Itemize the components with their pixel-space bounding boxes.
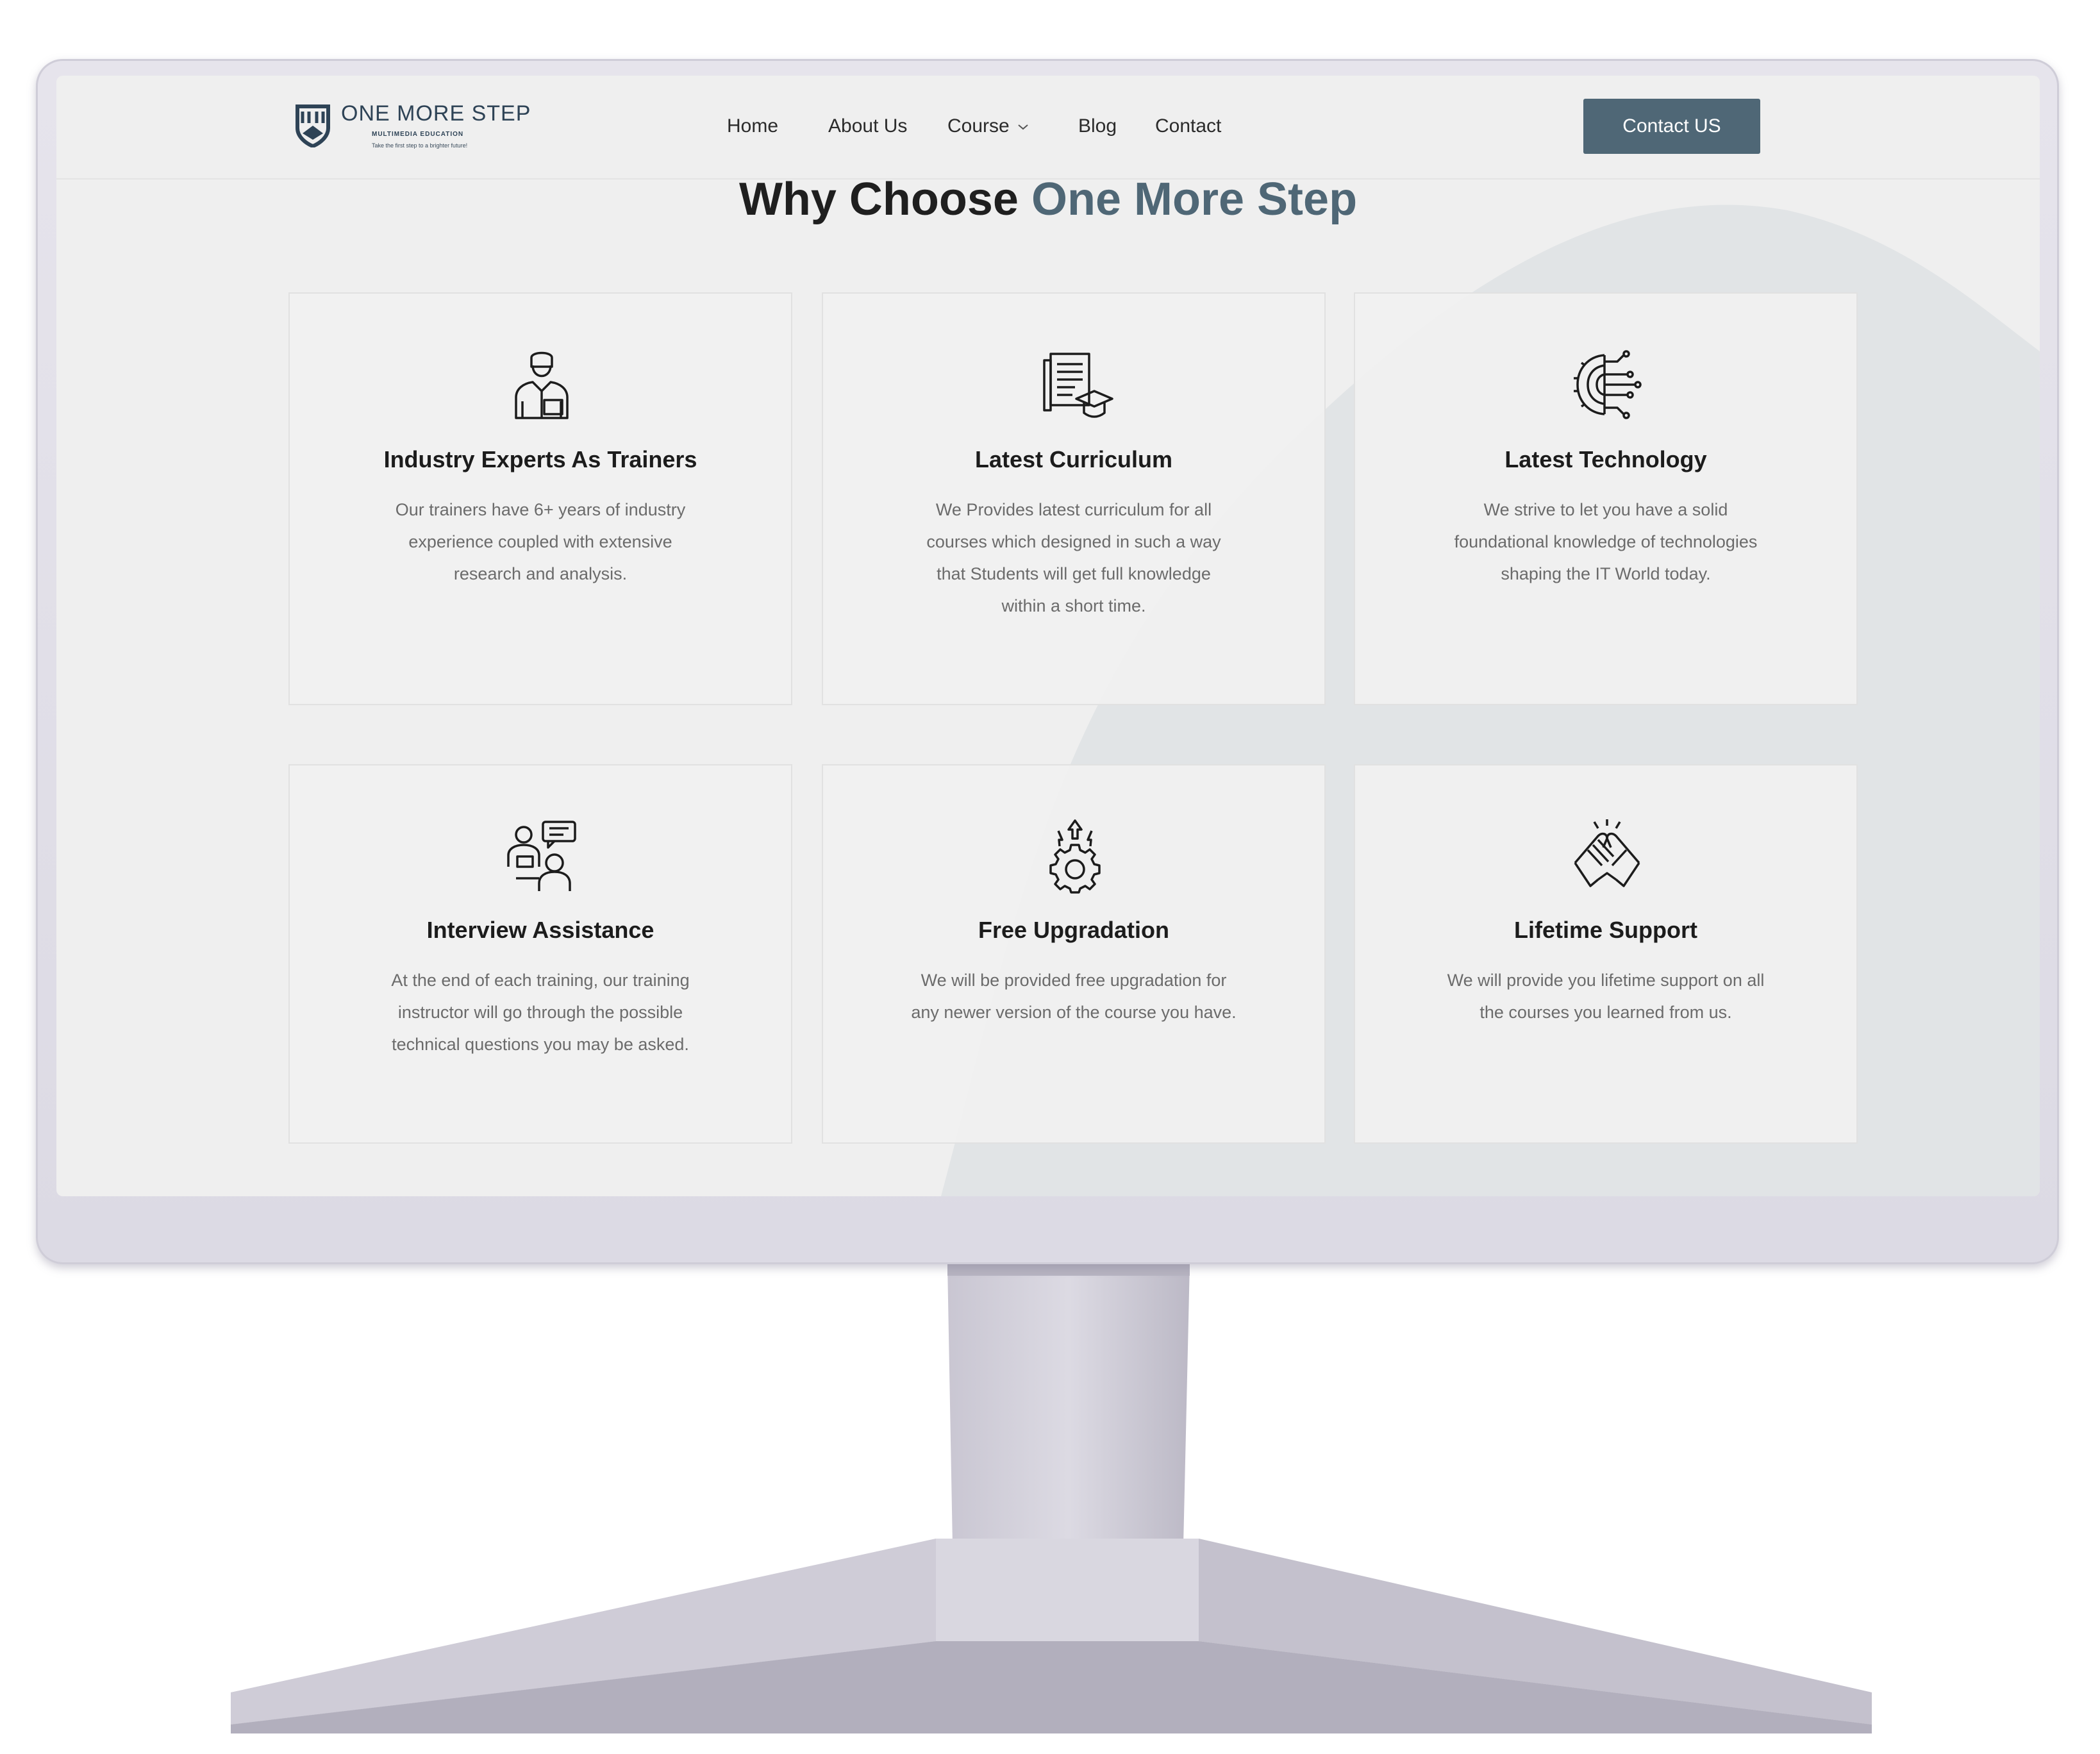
logo-shield-icon bbox=[296, 104, 330, 147]
feature-card-curriculum: Latest Curriculum We Provides latest cur… bbox=[822, 292, 1326, 705]
feature-text-line: courses which designed in such a way bbox=[926, 532, 1221, 551]
feature-title: Interview Assistance bbox=[426, 917, 654, 943]
feature-text-line: that Students will get full knowledge bbox=[937, 564, 1211, 583]
feature-description: We will provide you lifetime support on … bbox=[1419, 964, 1792, 1028]
browser-viewport: ONE MORE STEP MULTIMEDIA EDUCATION Take … bbox=[56, 76, 2040, 1196]
section-title-plain: Why Choose bbox=[738, 174, 1019, 225]
feature-text-line: instructor will go through the possible bbox=[397, 1003, 683, 1022]
interview-icon bbox=[507, 821, 576, 891]
logo-title: ONE MORE STEP bbox=[341, 101, 531, 126]
feature-card-upgradation: Free Upgradation We will be provided fre… bbox=[822, 764, 1326, 1144]
section-title-accent: One More Step bbox=[1031, 174, 1358, 225]
feature-description: At the end of each training, our trainin… bbox=[354, 964, 727, 1060]
contact-us-button[interactable]: Contact US bbox=[1583, 99, 1760, 154]
feature-description: We will be provided free upgradation for… bbox=[887, 964, 1260, 1028]
section-title: Why Choose One More Step bbox=[56, 173, 2040, 226]
feature-text-line: At the end of each training, our trainin… bbox=[391, 971, 690, 990]
feature-card-support: Lifetime Support We will provide you lif… bbox=[1354, 764, 1858, 1144]
chevron-down-icon bbox=[1018, 124, 1028, 130]
nav-about-us[interactable]: About Us bbox=[828, 115, 907, 137]
feature-title: Industry Experts As Trainers bbox=[383, 446, 697, 472]
handshake-icon bbox=[1574, 819, 1640, 887]
feature-description: We Provides latest curriculum for all co… bbox=[887, 494, 1260, 622]
feature-description: We strive to let you have a solid founda… bbox=[1419, 494, 1792, 590]
nav-home[interactable]: Home bbox=[727, 115, 778, 137]
site-header: ONE MORE STEP MULTIMEDIA EDUCATION Take … bbox=[56, 76, 2040, 180]
feature-text-line: experience coupled with extensive bbox=[408, 532, 672, 551]
feature-text-line: within a short time. bbox=[1001, 596, 1146, 615]
feature-title: Free Upgradation bbox=[978, 917, 1170, 943]
trainer-icon bbox=[515, 351, 569, 419]
feature-description: Our trainers have 6+ years of industry e… bbox=[354, 494, 727, 590]
feature-text-line: Our trainers have 6+ years of industry bbox=[395, 500, 686, 519]
feature-card-technology: Latest Technology We strive to let you h… bbox=[1354, 292, 1858, 705]
site-logo[interactable]: ONE MORE STEP MULTIMEDIA EDUCATION Take … bbox=[294, 100, 588, 162]
feature-title: Latest Technology bbox=[1504, 446, 1707, 472]
curriculum-icon bbox=[1043, 353, 1113, 418]
feature-text-line: shaping the IT World today. bbox=[1501, 564, 1711, 583]
feature-text-line: We strive to let you have a solid bbox=[1483, 500, 1728, 519]
feature-text-line: We will be provided free upgradation for bbox=[921, 971, 1227, 990]
logo-tagline: Take the first step to a brighter future… bbox=[372, 142, 468, 149]
feature-text-line: foundational knowledge of technologies bbox=[1454, 532, 1758, 551]
technology-icon bbox=[1574, 350, 1642, 419]
nav-blog[interactable]: Blog bbox=[1078, 115, 1117, 137]
feature-text-line: the courses you learned from us. bbox=[1479, 1003, 1732, 1022]
feature-text-line: We Provides latest curriculum for all bbox=[935, 500, 1212, 519]
upgrade-gear-icon bbox=[1049, 819, 1101, 894]
logo-subtitle: MULTIMEDIA EDUCATION bbox=[372, 131, 464, 138]
feature-title: Latest Curriculum bbox=[974, 446, 1173, 472]
nav-contact[interactable]: Contact bbox=[1155, 115, 1221, 137]
feature-card-interview: Interview Assistance At the end of each … bbox=[288, 764, 792, 1144]
feature-title: Lifetime Support bbox=[1514, 917, 1697, 943]
feature-card-trainers: Industry Experts As Trainers Our trainer… bbox=[288, 292, 792, 705]
feature-text-line: technical questions you may be asked. bbox=[392, 1035, 689, 1054]
nav-course-label: Course bbox=[947, 115, 1010, 137]
feature-text-line: any newer version of the course you have… bbox=[911, 1003, 1237, 1022]
feature-text-line: We will provide you lifetime support on … bbox=[1447, 971, 1765, 990]
feature-text-line: research and analysis. bbox=[453, 564, 628, 583]
nav-course[interactable]: Course bbox=[947, 115, 1029, 137]
